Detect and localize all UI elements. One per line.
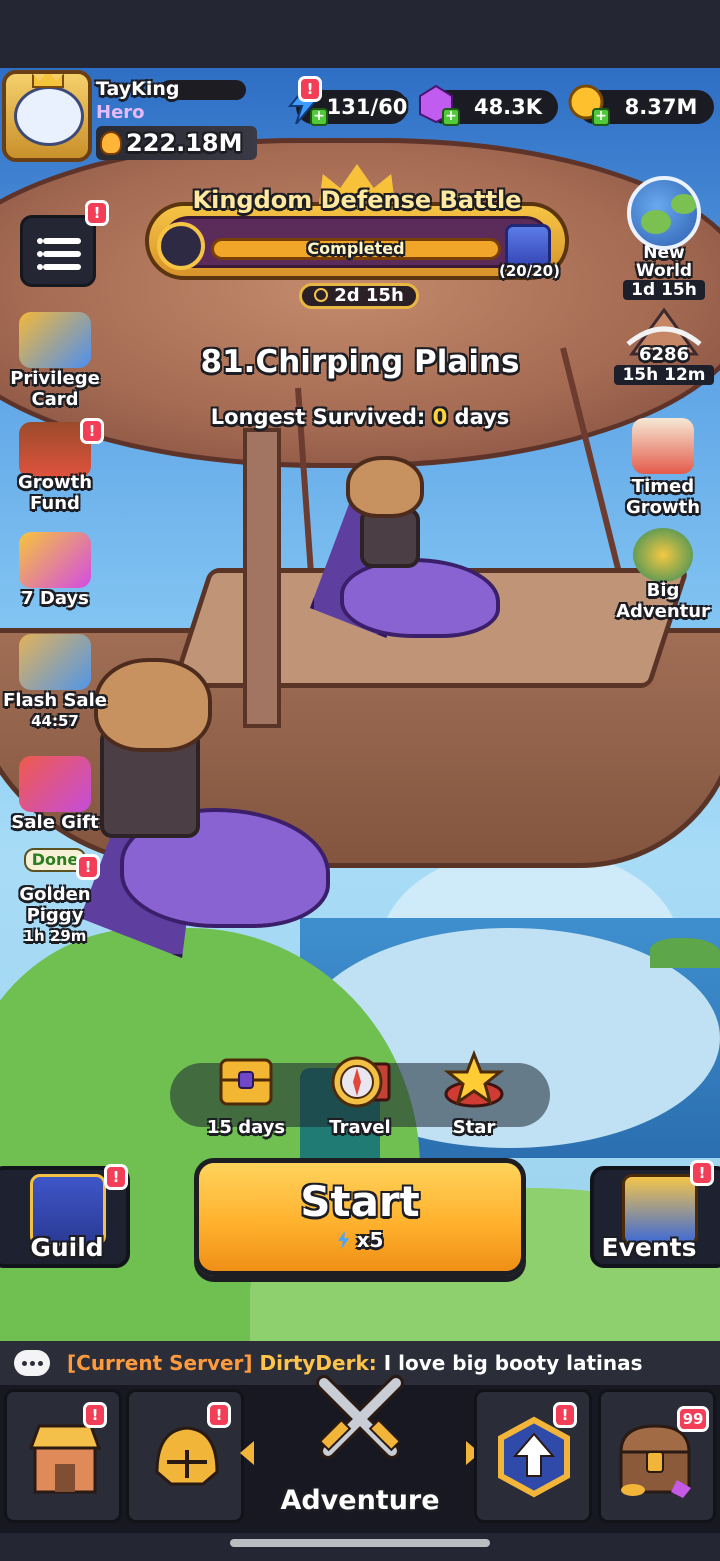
nav-equipment[interactable]: !: [126, 1389, 244, 1523]
new-world-timer: 1d 15h: [623, 280, 705, 300]
home-indicator[interactable]: [230, 1539, 490, 1547]
nav-adventure[interactable]: Adventure: [250, 1375, 470, 1527]
banner-title: Kingdom Defense Battle: [192, 186, 522, 214]
treasure-count-badge: 99: [677, 1406, 709, 1432]
side-item-label: Timed Growth: [625, 476, 701, 518]
energy-icon: [337, 1231, 350, 1249]
compass-icon: [331, 1056, 391, 1108]
star-button[interactable]: Star: [428, 1049, 520, 1138]
shop-alert-badge: !: [83, 1402, 107, 1428]
privilege-card-button[interactable]: Privilege Card: [0, 312, 110, 410]
upgrade-alert-badge: !: [553, 1402, 577, 1428]
power-rating: 222.18M: [96, 126, 257, 160]
guild-button[interactable]: Guild !: [0, 1164, 130, 1268]
guild-label: Guild: [30, 1233, 104, 1262]
crown-icon: [32, 74, 64, 88]
add-energy-icon[interactable]: +: [310, 108, 328, 126]
seven-days-button[interactable]: 7 Days: [0, 532, 110, 609]
events-label: Events: [601, 1233, 697, 1262]
event-status: Completed: [307, 239, 405, 258]
crossed-swords-icon: [316, 1375, 404, 1459]
event-timer: 2d 15h: [299, 283, 419, 309]
golden-piggy-button[interactable]: Done Golden Piggy 1h 29m !: [0, 848, 110, 947]
side-item-label: Big Adventur: [616, 580, 710, 622]
event-count: (20/20): [499, 262, 560, 280]
nav-shop[interactable]: !: [4, 1389, 122, 1523]
add-gems-icon[interactable]: +: [442, 108, 460, 126]
player-title: Hero: [96, 102, 145, 123]
chevron-left-icon: [240, 1441, 254, 1465]
travel-button[interactable]: Travel: [314, 1050, 406, 1138]
energy-counter[interactable]: + 131/60 !: [287, 76, 408, 126]
menu-alert-badge: !: [85, 200, 109, 226]
flash-sale-timer: 44:57: [31, 712, 79, 730]
side-item-label: Flash Sale: [3, 690, 107, 711]
golden-piggy-timer: 1h 29m: [23, 927, 87, 945]
kingdom-defense-banner[interactable]: Kingdom Defense Battle Completed (20/20)…: [133, 164, 581, 309]
survived-label: Longest Survived:: [210, 405, 426, 429]
event-timer-text: 2d 15h: [334, 285, 404, 306]
player-avatar[interactable]: [2, 70, 92, 162]
chat-message: I love big booty latinas: [383, 1351, 643, 1375]
power-value: 222.18M: [126, 129, 243, 157]
flash-sale-button[interactable]: Flash Sale 44:57: [0, 634, 110, 732]
helmet-icon: [155, 1426, 219, 1486]
coins-counter[interactable]: + 8.37M: [568, 84, 714, 126]
globe-icon: [627, 176, 701, 250]
start-cost-value: x5: [356, 1228, 384, 1252]
treasure-chest-icon: [219, 1058, 273, 1106]
fifteen-days-button[interactable]: 15 days: [200, 1050, 292, 1138]
timed-growth-button[interactable]: Timed Growth: [608, 418, 718, 518]
coins-value: 8.37M: [624, 95, 698, 119]
tray-label: 15 days: [206, 1117, 286, 1138]
events-alert-badge: !: [690, 1160, 714, 1186]
compass-wreath-icon: [633, 528, 693, 582]
bottom-nav: ! ! Adventure ! 99: [0, 1375, 720, 1533]
survived-unit: days: [454, 405, 510, 429]
energy-alert-badge: !: [298, 76, 322, 102]
sale-gift-button[interactable]: Sale Gift: [0, 756, 110, 833]
horn-icon: [157, 222, 205, 270]
start-button[interactable]: Start x5: [194, 1158, 526, 1276]
player-name: TayKing: [96, 78, 180, 100]
party-popper-icon: [19, 532, 91, 588]
shop-icon: [28, 1424, 102, 1494]
start-label: Start: [300, 1177, 420, 1226]
nav-upgrade[interactable]: !: [474, 1389, 592, 1523]
calendar-icon: [632, 418, 694, 474]
growth-fund-alert-badge: !: [80, 418, 104, 444]
chat-server: [Current Server]: [67, 1351, 253, 1375]
equipment-alert-badge: !: [207, 1402, 231, 1428]
gems-counter[interactable]: + 48.3K: [419, 84, 558, 126]
side-item-label: Growth Fund: [17, 472, 93, 514]
event-progress-bar: Completed: [211, 238, 501, 260]
start-cost: x5: [199, 1228, 521, 1252]
tray-label: Travel: [329, 1117, 391, 1138]
chat-icon: [14, 1350, 50, 1376]
new-world-button[interactable]: New World 1d 15h: [612, 176, 716, 300]
guild-alert-badge: !: [104, 1164, 128, 1190]
power-icon: [100, 131, 122, 155]
add-coins-icon[interactable]: +: [592, 108, 610, 126]
side-item-label: Sale Gift: [11, 812, 99, 833]
golden-piggy-alert-badge: !: [76, 854, 100, 880]
avatar-face: [14, 86, 84, 146]
tray-label: Star: [452, 1117, 496, 1138]
growth-fund-button[interactable]: Growth Fund !: [0, 418, 110, 514]
privilege-card-icon: [19, 312, 91, 368]
events-button[interactable]: Events !: [590, 1160, 720, 1268]
small-island: [650, 938, 720, 968]
stopwatch-icon: [314, 288, 329, 302]
menu-button[interactable]: !: [20, 200, 109, 287]
side-item-label: Golden Piggy: [19, 884, 91, 926]
survived-days: 0: [432, 405, 448, 429]
star-icon: [443, 1049, 505, 1108]
side-item-label: 7 Days: [21, 588, 89, 609]
nav-treasure[interactable]: 99: [598, 1389, 716, 1523]
nav-adventure-label: Adventure: [280, 1485, 440, 1516]
big-adventure-button[interactable]: Big Adventur: [608, 528, 718, 622]
flash-sale-icon: [19, 634, 91, 690]
side-item-label: Privilege Card: [10, 368, 100, 410]
gift-icon: [19, 756, 91, 812]
